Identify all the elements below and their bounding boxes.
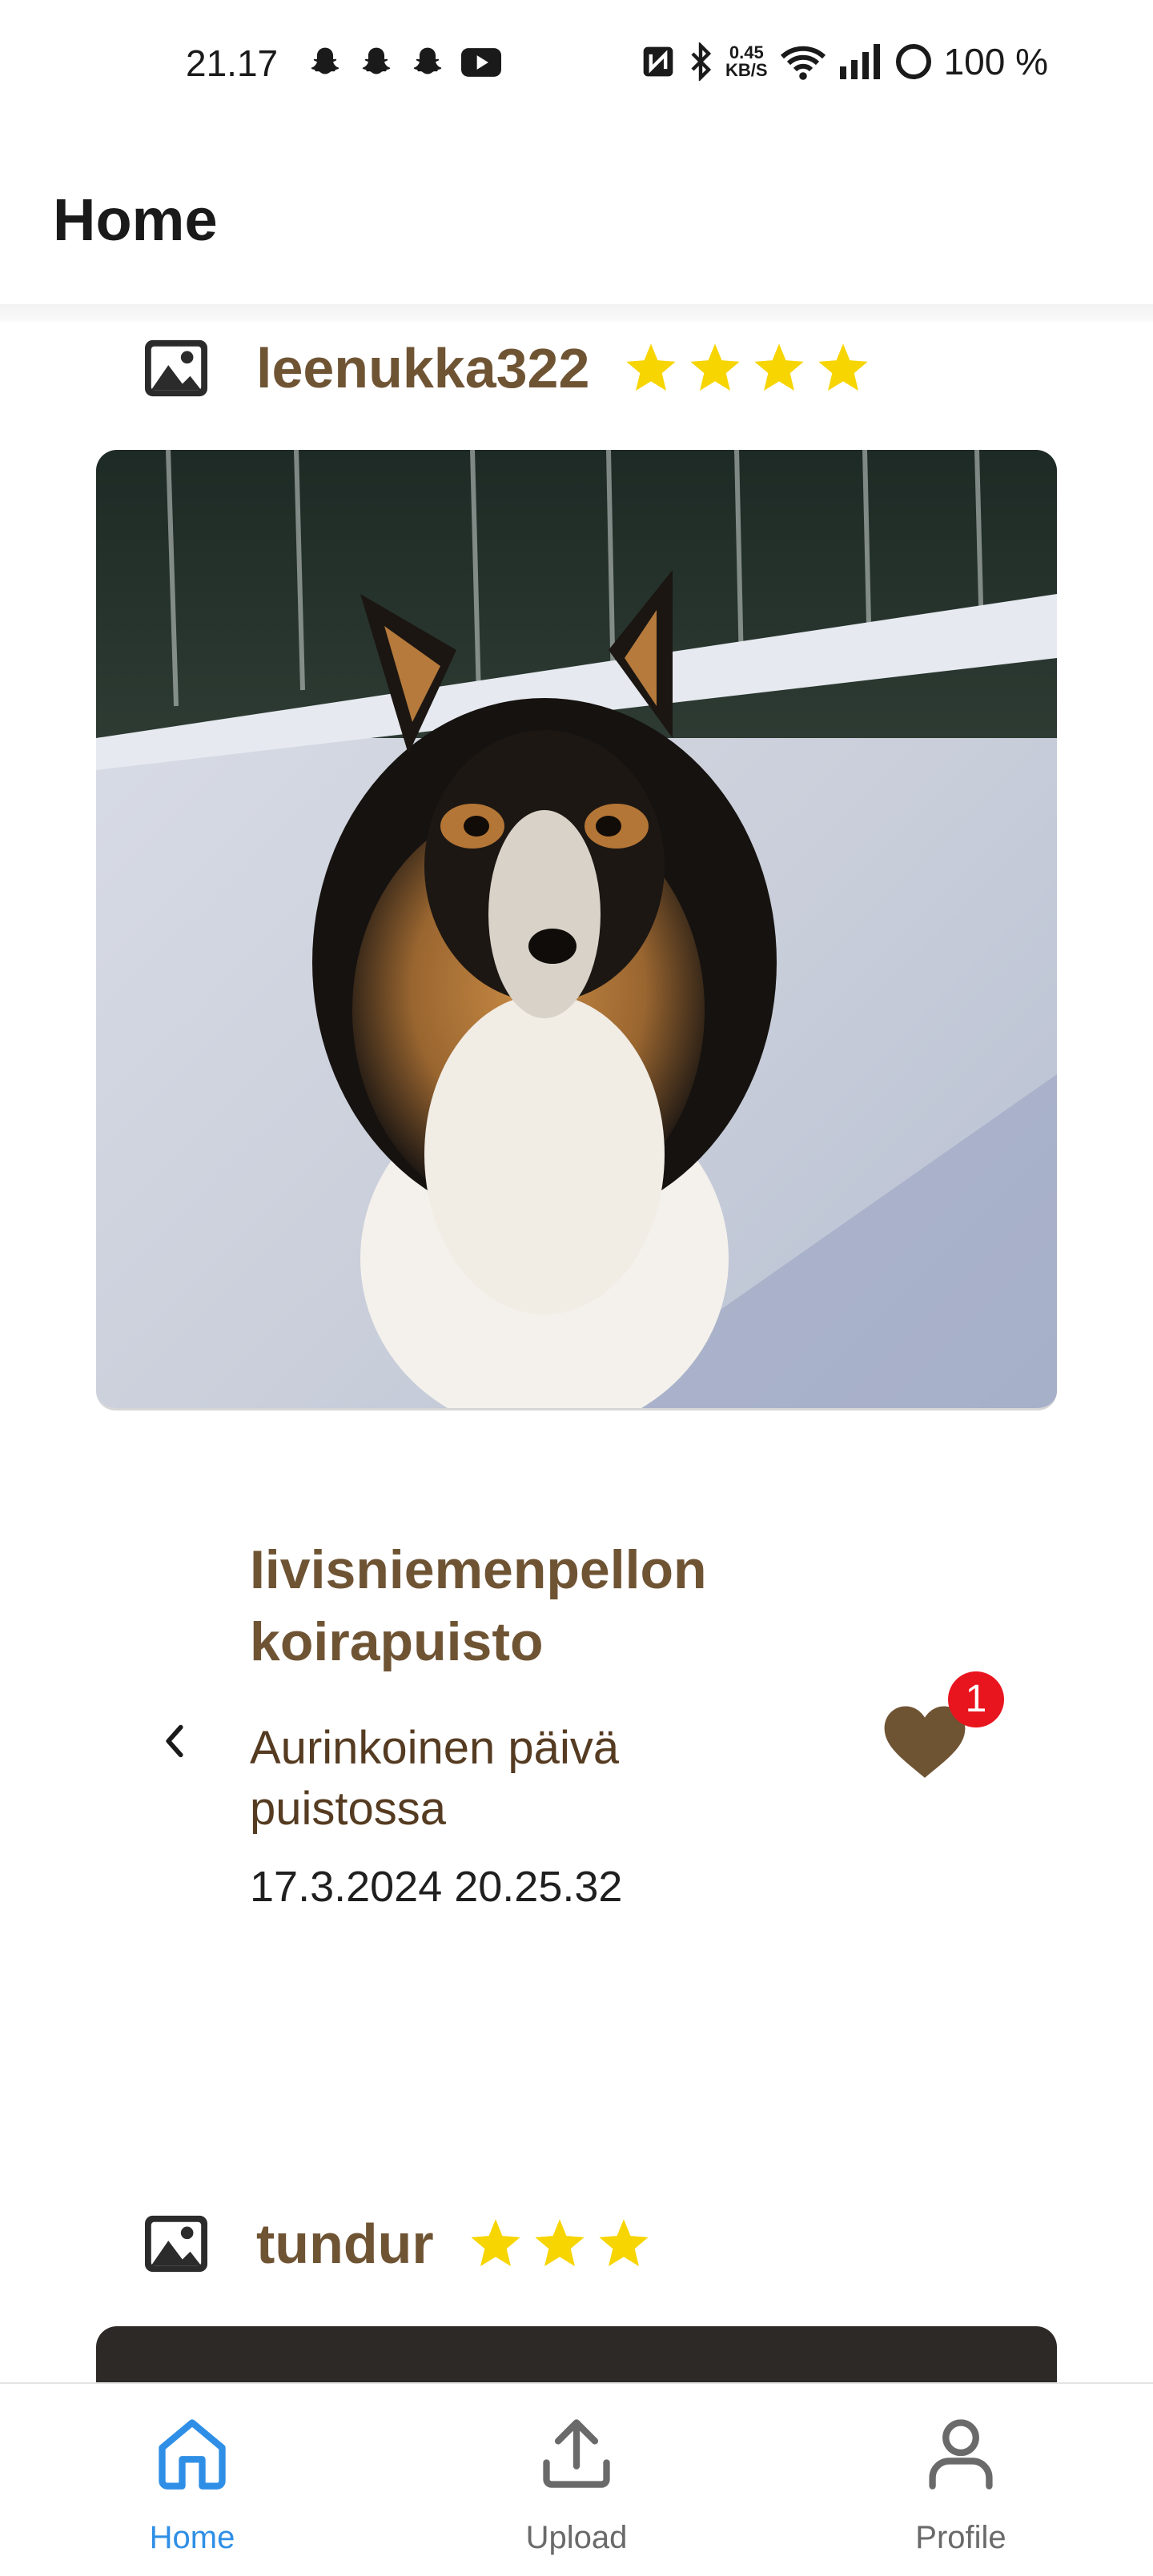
nav-item-profile[interactable]: Profile: [841, 2384, 1081, 2576]
status-bar: 21.17 0.45 KB/S 100 %: [0, 0, 1153, 132]
star-icon: [690, 343, 741, 391]
page-title: Home: [53, 187, 218, 253]
status-time: 21.17: [186, 42, 279, 84]
nav-label: Upload: [525, 2520, 628, 2555]
rating-stars: [468, 2216, 652, 2272]
post-description-line: puistossa: [250, 1783, 447, 1835]
post-username[interactable]: tundur: [256, 2212, 434, 2276]
star-icon: [470, 2219, 520, 2266]
network-speed-unit: KB/S: [725, 60, 768, 80]
post-username[interactable]: leenukka322: [256, 336, 589, 400]
post-date: 17.3.2024 20.25.32: [250, 1863, 623, 1911]
dog-photo: [96, 450, 1057, 1408]
status-indicators: 0.45 KB/S 100 %: [641, 40, 1048, 83]
image-icon: [145, 2215, 207, 2273]
network-speed: 0.45 KB/S: [725, 44, 768, 79]
network-speed-value: 0.45: [729, 42, 764, 62]
nav-item-home[interactable]: Home: [72, 2384, 312, 2576]
image-icon: [145, 339, 207, 397]
battery-icon: [895, 44, 931, 79]
snapchat-icon: [311, 47, 339, 74]
star-icon: [754, 343, 805, 391]
post-header: tundur: [141, 2212, 652, 2276]
upload-icon: [543, 2419, 610, 2488]
signal-icon: [839, 44, 880, 79]
post-photo[interactable]: [96, 450, 1057, 1410]
star-icon: [818, 343, 869, 391]
post-title-line: koirapuisto: [250, 1611, 544, 1672]
star-icon: [534, 2219, 585, 2266]
snapchat-icon: [362, 47, 391, 74]
star-icon: [598, 2219, 649, 2266]
chevron-left-icon[interactable]: [160, 1721, 189, 1761]
youtube-icon: [461, 48, 501, 77]
battery-level: 100 %: [943, 41, 1048, 82]
home-icon: [159, 2419, 226, 2490]
post-header: leenukka322: [141, 336, 871, 400]
nav-item-upload[interactable]: Upload: [456, 2384, 697, 2576]
bluetooth-icon: [691, 42, 712, 81]
post-description-line: Aurinkoinen päivä: [250, 1722, 620, 1774]
notification-icons: [307, 45, 501, 80]
star-icon: [626, 343, 677, 391]
profile-icon: [929, 2419, 993, 2490]
post-title: Iivisniemenpellon koirapuisto: [250, 1534, 707, 1678]
nav-label: Profile: [915, 2520, 1006, 2555]
wifi-icon: [780, 46, 826, 80]
snapchat-icon: [413, 47, 442, 74]
nav-label: Home: [149, 2520, 235, 2555]
post-description: Aurinkoinen päivä puistossa: [250, 1718, 619, 1840]
header-divider: [0, 304, 1153, 322]
rating-stars: [623, 340, 871, 396]
post-title-line: Iivisniemenpellon: [250, 1539, 707, 1600]
bottom-navigation: Home Upload Profile: [0, 2382, 1153, 2576]
like-count-badge: 1: [948, 1671, 1004, 1727]
nfc-icon: [643, 46, 673, 77]
